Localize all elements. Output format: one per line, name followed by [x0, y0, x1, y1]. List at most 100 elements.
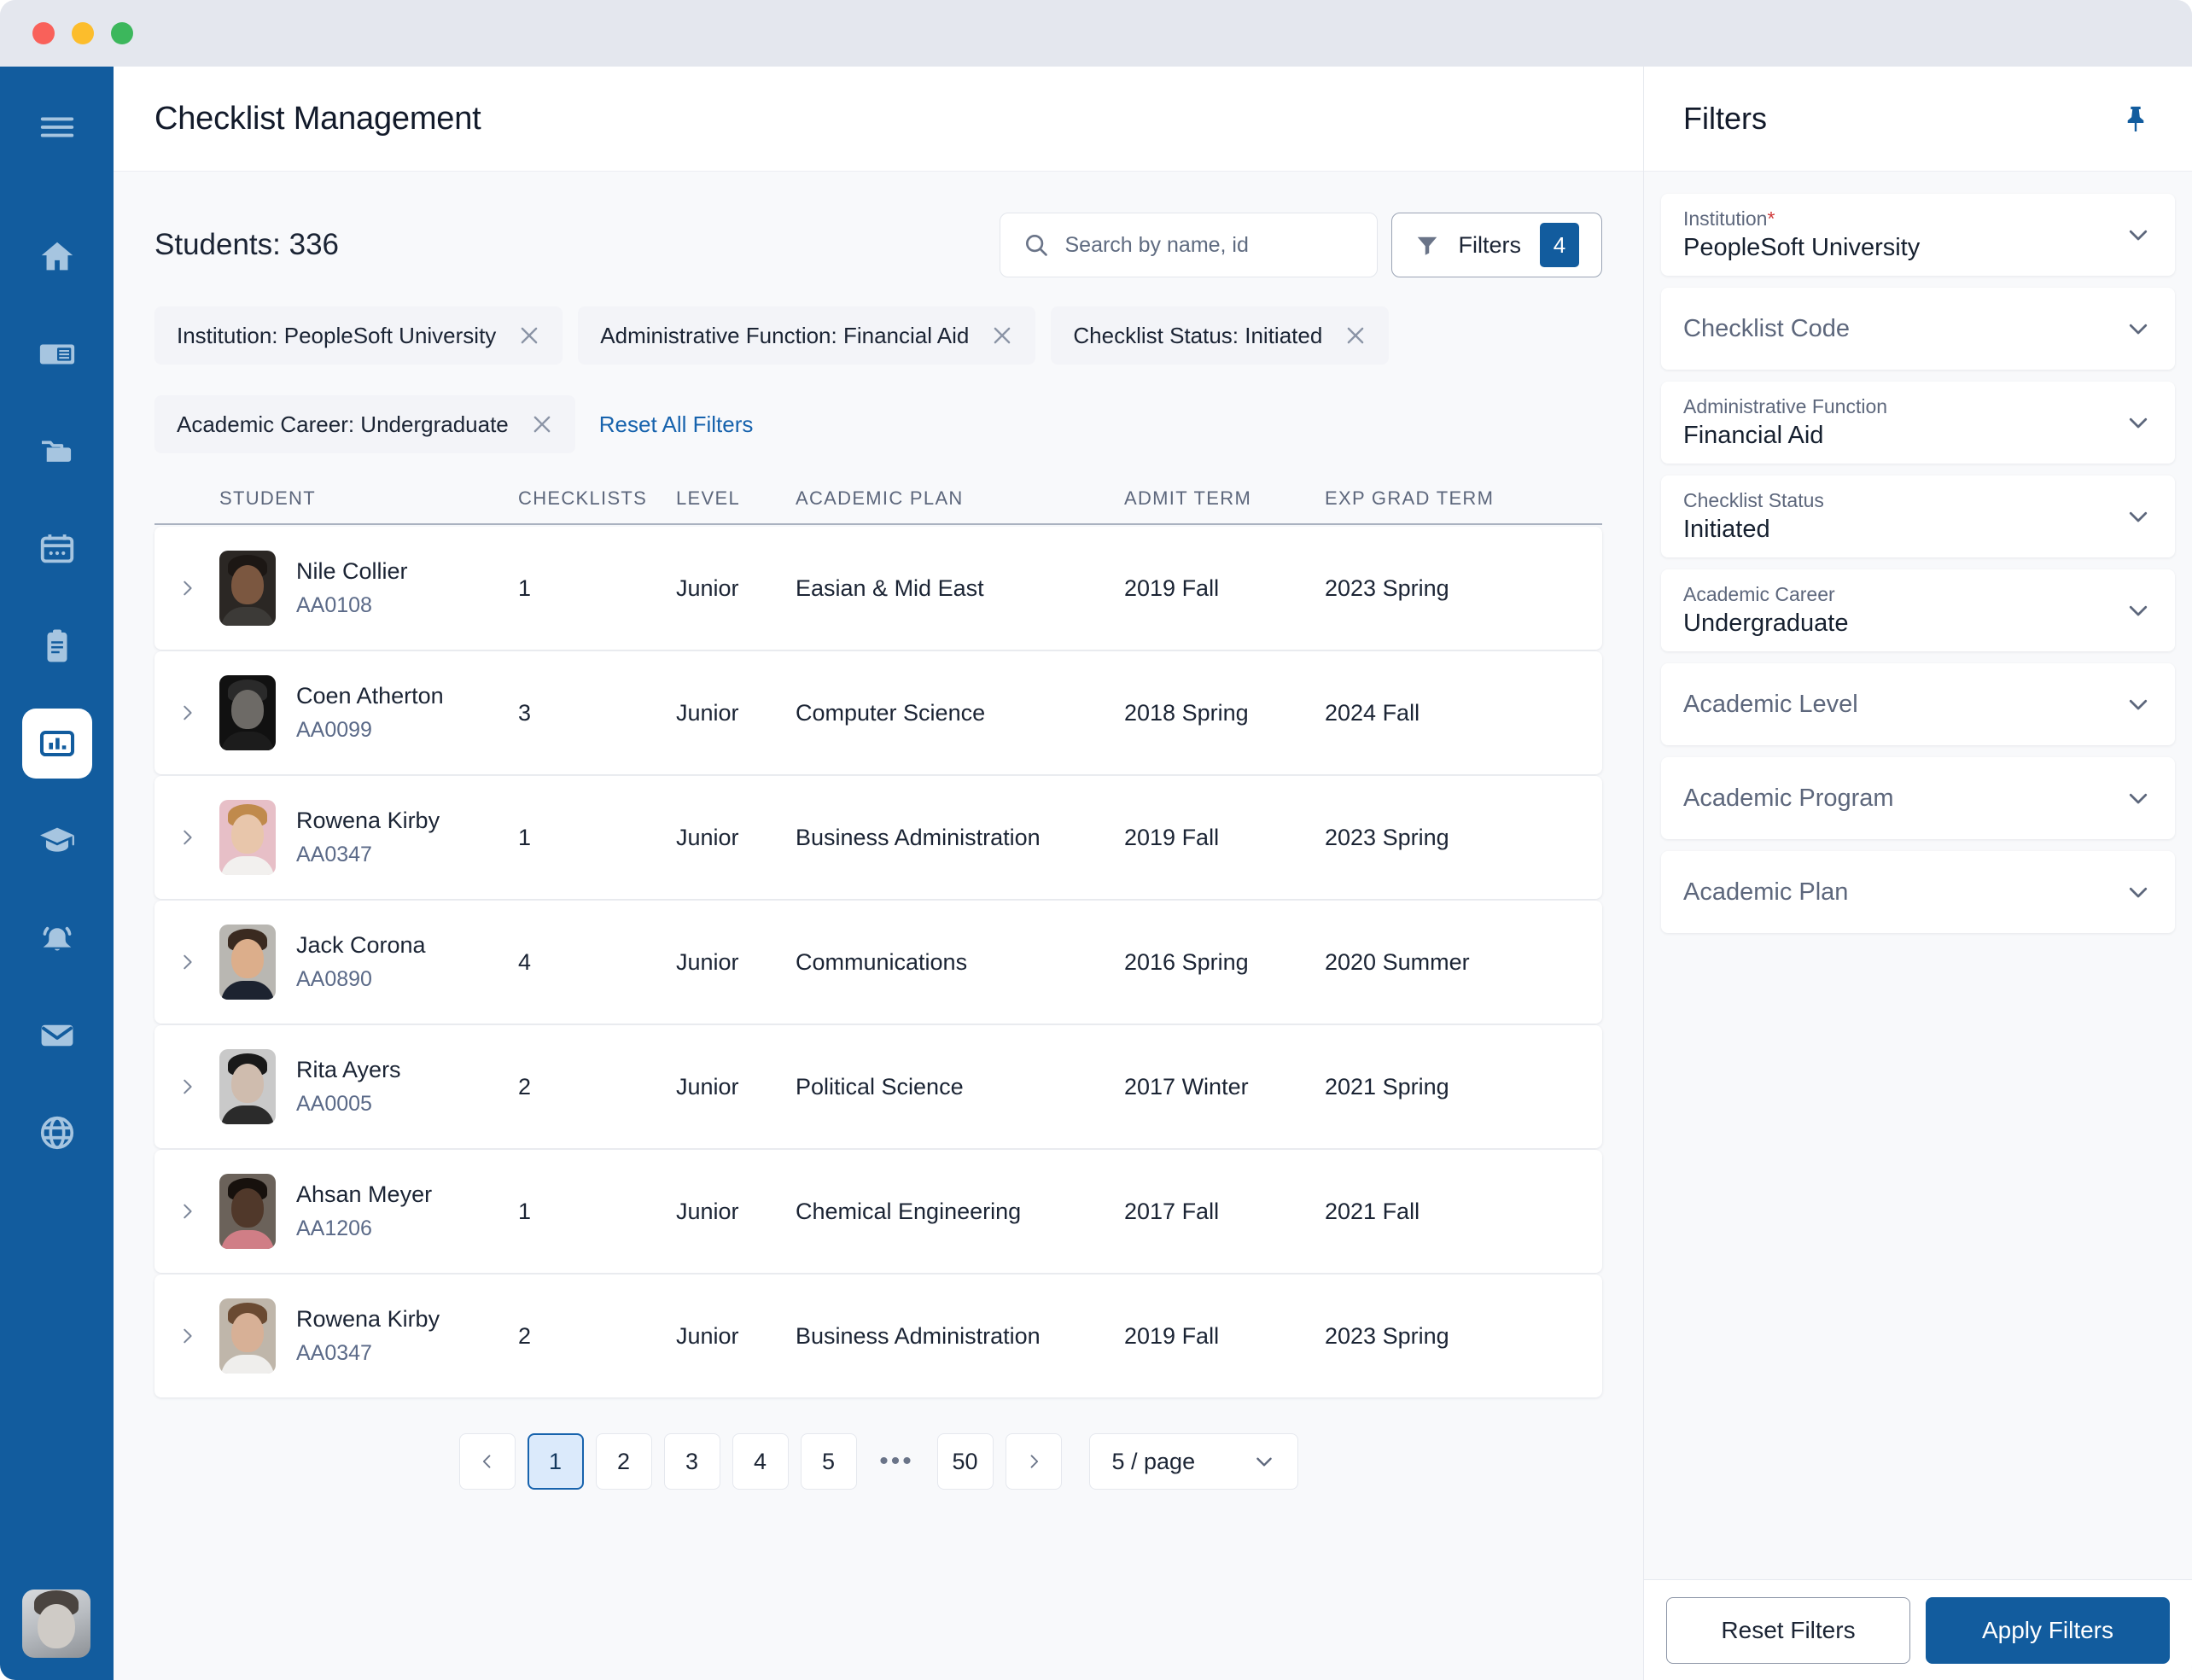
chevron-down-icon: [2129, 605, 2148, 616]
avatar: [219, 551, 276, 626]
globe-icon[interactable]: [22, 1098, 92, 1168]
pagination: 1 2 3 4 5 ••• 50 5 / page: [114, 1433, 1643, 1490]
filter-field[interactable]: Academic Program: [1661, 757, 2175, 839]
table-row[interactable]: Rowena Kirby AA0347 2 Junior Business Admini…: [154, 1275, 1602, 1397]
checklists-count: 1: [518, 575, 532, 601]
level-value: Junior: [676, 1073, 739, 1100]
filter-field-label: Institution*: [1683, 207, 1775, 230]
filter-field[interactable]: Administrative Function Financial Aid: [1661, 382, 2175, 464]
pagination-page-2[interactable]: 2: [595, 1433, 652, 1490]
expand-row-icon[interactable]: [154, 1072, 219, 1101]
academic-plan-value: Easian & Mid East: [796, 575, 984, 601]
reset-filters-button[interactable]: Reset Filters: [1666, 1596, 1910, 1664]
close-window-button[interactable]: [32, 22, 55, 44]
filter-chip[interactable]: Institution: PeopleSoft University: [154, 306, 563, 365]
level-value: Junior: [676, 1322, 739, 1349]
page-title: Checklist Management: [154, 100, 481, 137]
expand-row-icon[interactable]: [154, 1321, 219, 1350]
expand-row-icon[interactable]: [154, 698, 219, 727]
table-row[interactable]: Jack Corona AA0890 4 Junior Communications 20…: [154, 901, 1602, 1024]
table-row[interactable]: Rowena Kirby AA0347 1 Junior Business Admini…: [154, 776, 1602, 899]
filter-field[interactable]: Institution* PeopleSoft University: [1661, 194, 2175, 276]
expand-row-icon[interactable]: [154, 823, 219, 852]
user-avatar[interactable]: [22, 1590, 90, 1658]
search-input[interactable]: [1064, 232, 1355, 258]
filters-button[interactable]: Filters 4: [1390, 213, 1602, 277]
filter-field[interactable]: Checklist Status Initiated: [1661, 475, 2175, 557]
chevron-down-icon: [2129, 511, 2148, 522]
filter-field-value: Initiated: [1683, 516, 1770, 543]
checklists-count: 4: [518, 948, 532, 975]
filter-field[interactable]: Academic Plan: [1661, 851, 2175, 933]
filters-panel-title: Filters: [1683, 101, 1767, 136]
chevron-down-icon: [2129, 324, 2148, 335]
id-card-icon[interactable]: [22, 319, 92, 389]
pagination-prev-button[interactable]: [458, 1433, 516, 1490]
filter-field-label: Administrative Function: [1683, 395, 1888, 417]
level-value: Junior: [676, 948, 739, 975]
student-id[interactable]: AA0347: [296, 843, 440, 867]
student-name: Rowena Kirby: [296, 1306, 440, 1332]
level-value: Junior: [676, 824, 739, 850]
exp-grad-term-value: 2021 Fall: [1325, 1198, 1420, 1224]
table-row[interactable]: Rita Ayers AA0005 2 Junior Political Science…: [154, 1025, 1602, 1148]
calendar-icon[interactable]: [22, 514, 92, 584]
active-filter-chips: Institution: PeopleSoft University Admin…: [114, 277, 1582, 453]
folder-icon[interactable]: [22, 417, 92, 487]
students-count: Students: 336: [154, 228, 339, 261]
column-header-academic-plan: ACADEMIC PLAN: [796, 487, 964, 509]
filter-chip[interactable]: Administrative Function: Financial Aid: [578, 306, 1036, 365]
student-id[interactable]: AA0099: [296, 718, 444, 743]
level-value: Junior: [676, 1198, 739, 1224]
expand-row-icon[interactable]: [154, 948, 219, 977]
apply-filters-button[interactable]: Apply Filters: [1926, 1596, 2170, 1664]
filter-chip[interactable]: Checklist Status: Initiated: [1051, 306, 1390, 365]
home-icon[interactable]: [22, 222, 92, 292]
envelope-icon[interactable]: [22, 1000, 92, 1070]
filter-field[interactable]: Academic Career Undergraduate: [1661, 569, 2175, 651]
hamburger-menu-icon[interactable]: [22, 92, 92, 162]
student-name: Rita Ayers: [296, 1057, 401, 1082]
filter-field-value: Financial Aid: [1683, 422, 1824, 449]
search-icon: [1025, 235, 1047, 256]
bell-icon[interactable]: [22, 903, 92, 973]
filter-chip-label: Academic Career: Undergraduate: [177, 411, 509, 437]
pagination-last-page[interactable]: 50: [936, 1433, 994, 1490]
level-value: Junior: [676, 699, 739, 726]
window-titlebar: [0, 0, 2192, 67]
checklists-count: 1: [518, 1198, 532, 1224]
expand-row-icon[interactable]: [154, 574, 219, 603]
list-toolbar: Students: 336 Filters 4: [114, 172, 1643, 277]
student-id[interactable]: AA0347: [296, 1341, 440, 1366]
student-id[interactable]: AA0005: [296, 1092, 401, 1117]
pagination-page-4[interactable]: 4: [732, 1433, 789, 1490]
filter-field[interactable]: Academic Level: [1661, 663, 2175, 745]
filter-field[interactable]: Checklist Code: [1661, 288, 2175, 370]
avatar: [219, 1049, 276, 1124]
pagination-ellipsis[interactable]: •••: [869, 1433, 925, 1490]
table-row[interactable]: Coen Atherton AA0099 3 Junior Computer Scien…: [154, 651, 1602, 774]
student-id[interactable]: AA0108: [296, 593, 408, 618]
expand-row-icon[interactable]: [154, 1197, 219, 1226]
clipboard-icon[interactable]: [22, 611, 92, 681]
pagination-page-5[interactable]: 5: [800, 1433, 857, 1490]
graduation-cap-icon[interactable]: [22, 806, 92, 876]
checklists-count: 3: [518, 699, 532, 726]
filter-field-value: Undergraduate: [1683, 610, 1849, 637]
table-row[interactable]: Nile Collier AA0108 1 Junior Easian & Mid Ea…: [154, 527, 1602, 650]
student-id[interactable]: AA1206: [296, 1216, 432, 1241]
table-row[interactable]: Ahsan Meyer AA1206 1 Junior Chemical Enginee…: [154, 1150, 1602, 1273]
sidebar-item-reports[interactable]: [21, 709, 92, 779]
pagination-page-3[interactable]: 3: [663, 1433, 720, 1490]
maximize-window-button[interactable]: [111, 22, 133, 44]
search-box[interactable]: [999, 213, 1378, 277]
page-size-value: 5 / page: [1111, 1448, 1196, 1474]
minimize-window-button[interactable]: [72, 22, 94, 44]
student-id[interactable]: AA0890: [296, 967, 426, 992]
pagination-next-button[interactable]: [1005, 1433, 1062, 1490]
filter-chip[interactable]: Academic Career: Undergraduate: [154, 395, 575, 453]
exp-grad-term-value: 2024 Fall: [1325, 699, 1420, 726]
page-size-select[interactable]: 5 / page: [1088, 1433, 1298, 1490]
reset-all-filters-link[interactable]: Reset All Filters: [599, 411, 754, 438]
pagination-page-1[interactable]: 1: [527, 1433, 584, 1490]
